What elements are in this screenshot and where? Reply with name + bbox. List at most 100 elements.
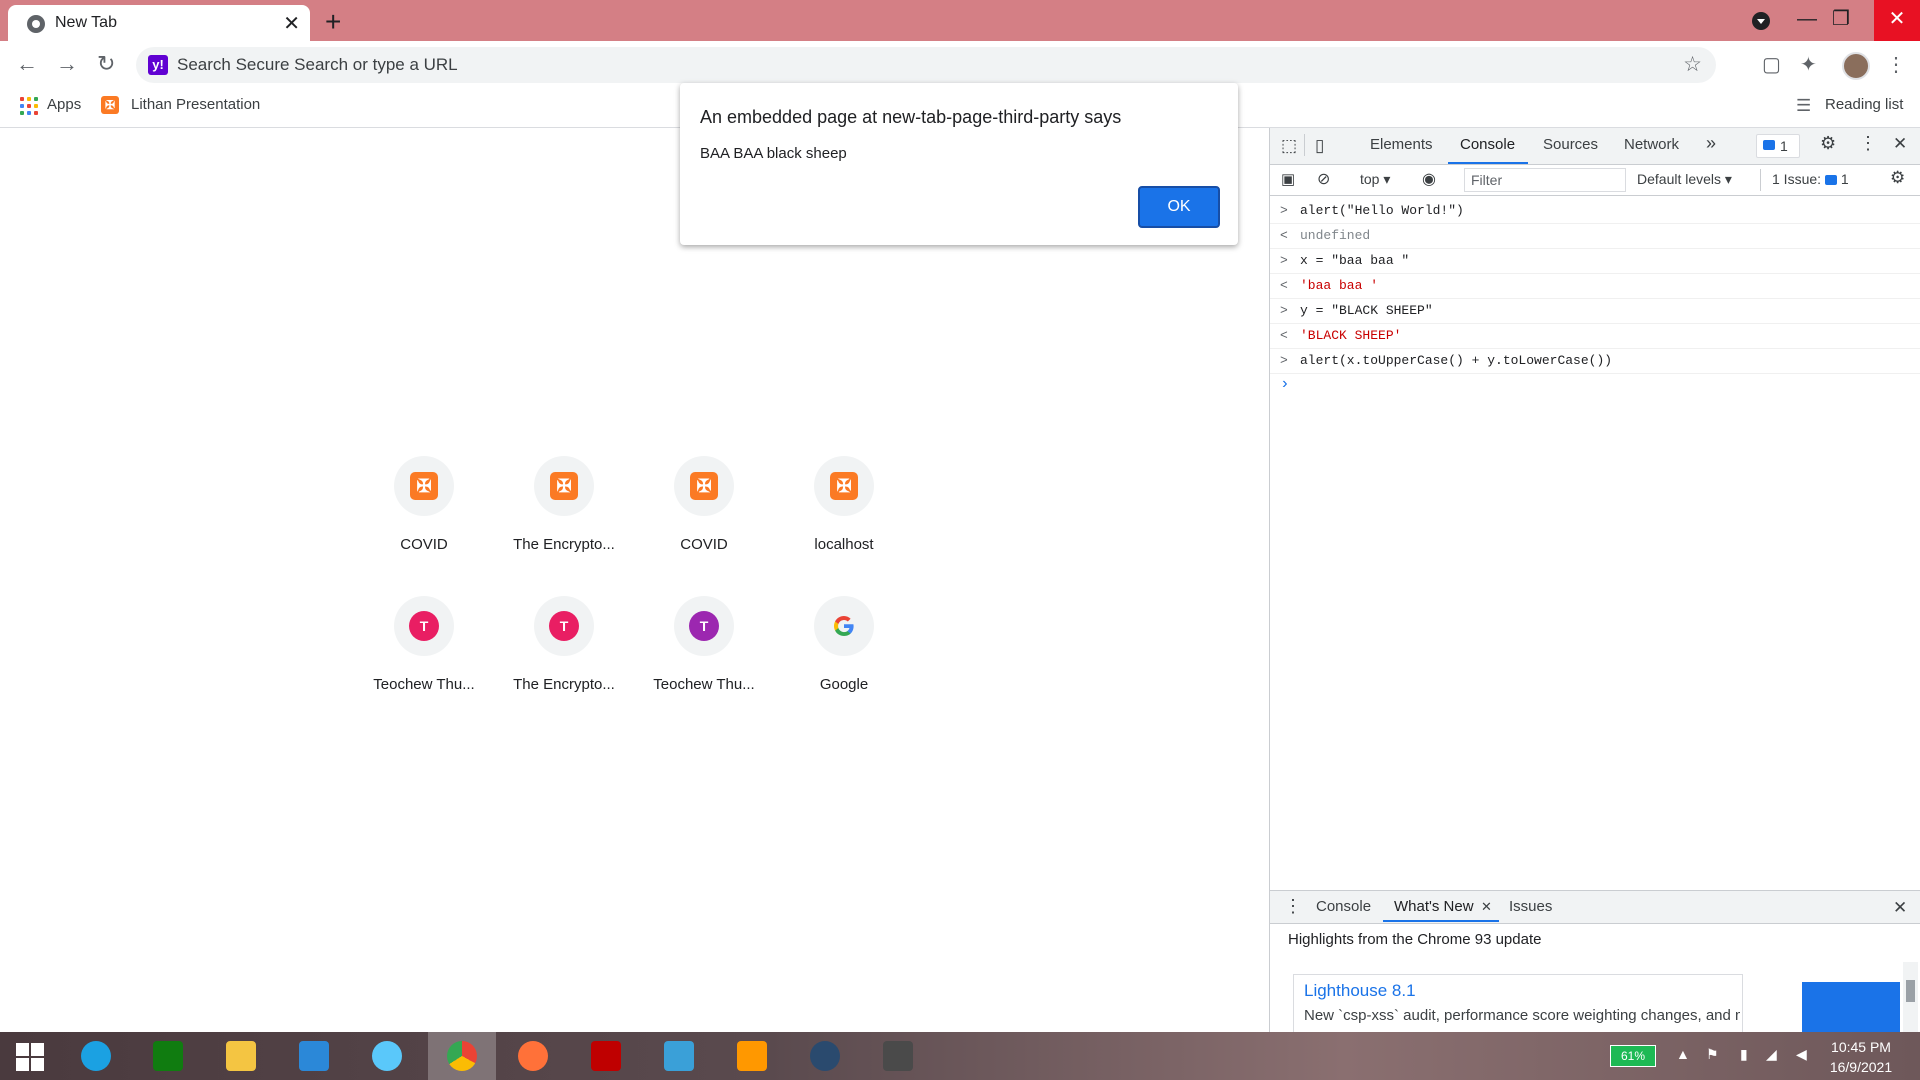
- safari-icon[interactable]: [359, 1032, 415, 1080]
- tile-localhost[interactable]: ✠: [814, 456, 874, 516]
- file-explorer-icon[interactable]: [213, 1032, 269, 1080]
- bookmark-lithan-presentation[interactable]: Lithan Presentation: [131, 96, 260, 113]
- tab-sources[interactable]: Sources: [1543, 136, 1598, 153]
- tile-encrypto-1[interactable]: ✠: [534, 456, 594, 516]
- letter-t-icon: T: [689, 611, 719, 641]
- reading-list-button[interactable]: Reading list: [1825, 96, 1903, 113]
- console-text: alert("Hello World!"): [1300, 203, 1464, 218]
- close-tab-icon[interactable]: ✕: [283, 11, 300, 36]
- tile-google[interactable]: [814, 596, 874, 656]
- avatar[interactable]: [1842, 52, 1870, 80]
- extensions-puzzle-icon[interactable]: ✦: [1800, 52, 1817, 77]
- tile-teochew-1[interactable]: T: [394, 596, 454, 656]
- firefox-icon[interactable]: [505, 1032, 561, 1080]
- issues-link[interactable]: 1 Issue: 1: [1772, 171, 1849, 187]
- console-text: 'BLACK SHEEP': [1300, 328, 1402, 343]
- device-toolbar-icon[interactable]: ▯: [1315, 136, 1324, 156]
- log-levels-dropdown[interactable]: Default levels ▾: [1637, 171, 1732, 188]
- network-icon[interactable]: ◢: [1766, 1046, 1777, 1063]
- battery-indicator[interactable]: 61%: [1610, 1045, 1656, 1067]
- remote-desktop-icon[interactable]: [286, 1032, 342, 1080]
- active-tab-indicator: [1383, 920, 1499, 922]
- tab-search-icon[interactable]: [1752, 12, 1770, 30]
- tab-console[interactable]: Console: [1460, 136, 1515, 153]
- close-devtools-icon[interactable]: ✕: [1893, 134, 1907, 154]
- volume-icon[interactable]: ◀: [1796, 1046, 1807, 1063]
- close-drawer-icon[interactable]: ✕: [1893, 898, 1907, 918]
- letter-t-icon: T: [409, 611, 439, 641]
- tab-elements[interactable]: Elements: [1370, 136, 1433, 153]
- tile-covid-2[interactable]: ✠: [674, 456, 734, 516]
- inspect-element-icon[interactable]: ⬚: [1281, 136, 1297, 156]
- ok-button[interactable]: OK: [1138, 186, 1220, 228]
- tile-teochew-2[interactable]: T: [674, 596, 734, 656]
- tab-new-tab[interactable]: New Tab ✕: [8, 5, 310, 41]
- back-icon[interactable]: ←: [16, 51, 38, 77]
- store-icon[interactable]: [140, 1032, 196, 1080]
- issues-counter[interactable]: 1: [1756, 134, 1800, 158]
- console-line: > alert("Hello World!"): [1270, 199, 1920, 224]
- devtools-menu-icon[interactable]: ⋮: [1859, 133, 1877, 154]
- context-value: top: [1360, 171, 1380, 187]
- levels-value: Default levels: [1637, 171, 1722, 187]
- google-icon: [834, 616, 854, 636]
- tile-label: COVID: [400, 536, 448, 553]
- context-selector[interactable]: top ▾: [1360, 171, 1390, 188]
- chrome-icon[interactable]: [428, 1032, 496, 1080]
- console-text: alert(x.toUpperCase() + y.toLowerCase()): [1300, 353, 1613, 368]
- drawer-tab-issues[interactable]: Issues: [1509, 898, 1552, 915]
- scrollbar[interactable]: [1903, 962, 1918, 1032]
- settings-gear-icon[interactable]: ⚙: [1820, 133, 1836, 154]
- more-tabs-icon[interactable]: »: [1706, 133, 1716, 154]
- output-arrow-icon: <: [1280, 328, 1288, 343]
- bookmark-apps[interactable]: Apps: [47, 96, 81, 113]
- drawer-menu-icon[interactable]: ⋮: [1284, 896, 1302, 917]
- restore-button[interactable]: ❐: [1818, 0, 1864, 41]
- new-tab-button[interactable]: +: [325, 6, 341, 38]
- divider: [1304, 134, 1305, 156]
- clear-console-icon[interactable]: ⊘: [1317, 169, 1330, 189]
- forward-icon[interactable]: →: [56, 51, 78, 77]
- reading-list-icon[interactable]: ☰: [1796, 96, 1811, 116]
- filter-input[interactable]: Filter: [1464, 168, 1626, 192]
- sublime-alt-icon[interactable]: [870, 1032, 932, 1080]
- eye-icon[interactable]: ◉: [1422, 169, 1436, 189]
- message-icon: [1763, 140, 1775, 150]
- start-button[interactable]: [0, 1032, 58, 1080]
- feather-icon[interactable]: [651, 1032, 707, 1080]
- close-window-button[interactable]: ✕: [1874, 0, 1920, 41]
- alert-title: An embedded page at new-tab-page-third-p…: [700, 107, 1122, 127]
- tree-app-icon[interactable]: [797, 1032, 853, 1080]
- tab-network[interactable]: Network: [1624, 136, 1679, 153]
- menu-kebab-icon[interactable]: ⋮: [1886, 52, 1906, 77]
- close-tab-icon[interactable]: ✕: [1481, 899, 1492, 915]
- ie-icon[interactable]: [68, 1032, 124, 1080]
- drawer-tab-whats-new[interactable]: What's New: [1394, 898, 1474, 915]
- clock[interactable]: 10:45 PM 16/9/2021: [1826, 1037, 1896, 1077]
- console-settings-icon[interactable]: ⚙: [1890, 168, 1905, 188]
- xampp-icon: ✠: [410, 472, 438, 500]
- update-illustration: [1802, 982, 1900, 1032]
- apps-grid-icon[interactable]: [20, 97, 38, 115]
- active-tab-indicator: [1448, 162, 1528, 164]
- tile-encrypto-2[interactable]: T: [534, 596, 594, 656]
- sidebar-toggle-icon[interactable]: ▣: [1281, 170, 1295, 188]
- omnibox[interactable]: y! Search Secure Search or type a URL ☆: [136, 47, 1716, 83]
- battery-icon[interactable]: ▮: [1740, 1046, 1748, 1063]
- reload-icon[interactable]: ↻: [97, 51, 115, 77]
- filezilla-icon[interactable]: [578, 1032, 634, 1080]
- card-title[interactable]: Lighthouse 8.1: [1304, 981, 1416, 1001]
- tile-covid-1[interactable]: ✠: [394, 456, 454, 516]
- tile-label: The Encrypto...: [513, 536, 615, 553]
- input-arrow-icon: >: [1280, 353, 1288, 368]
- flag-icon[interactable]: ⚑: [1706, 1046, 1719, 1063]
- tile-label: Teochew Thu...: [653, 676, 755, 693]
- sublime-icon[interactable]: [724, 1032, 780, 1080]
- drawer-tab-console[interactable]: Console: [1316, 898, 1371, 915]
- console-prompt[interactable]: ›: [1270, 374, 1920, 398]
- bookmark-star-icon[interactable]: ☆: [1683, 52, 1702, 77]
- extension-box-icon[interactable]: ▢: [1762, 52, 1781, 77]
- tile-label: localhost: [814, 536, 874, 553]
- show-hidden-icons-icon[interactable]: ▲: [1676, 1046, 1690, 1062]
- lighthouse-card[interactable]: Lighthouse 8.1 New `csp-xss` audit, perf…: [1293, 974, 1743, 1036]
